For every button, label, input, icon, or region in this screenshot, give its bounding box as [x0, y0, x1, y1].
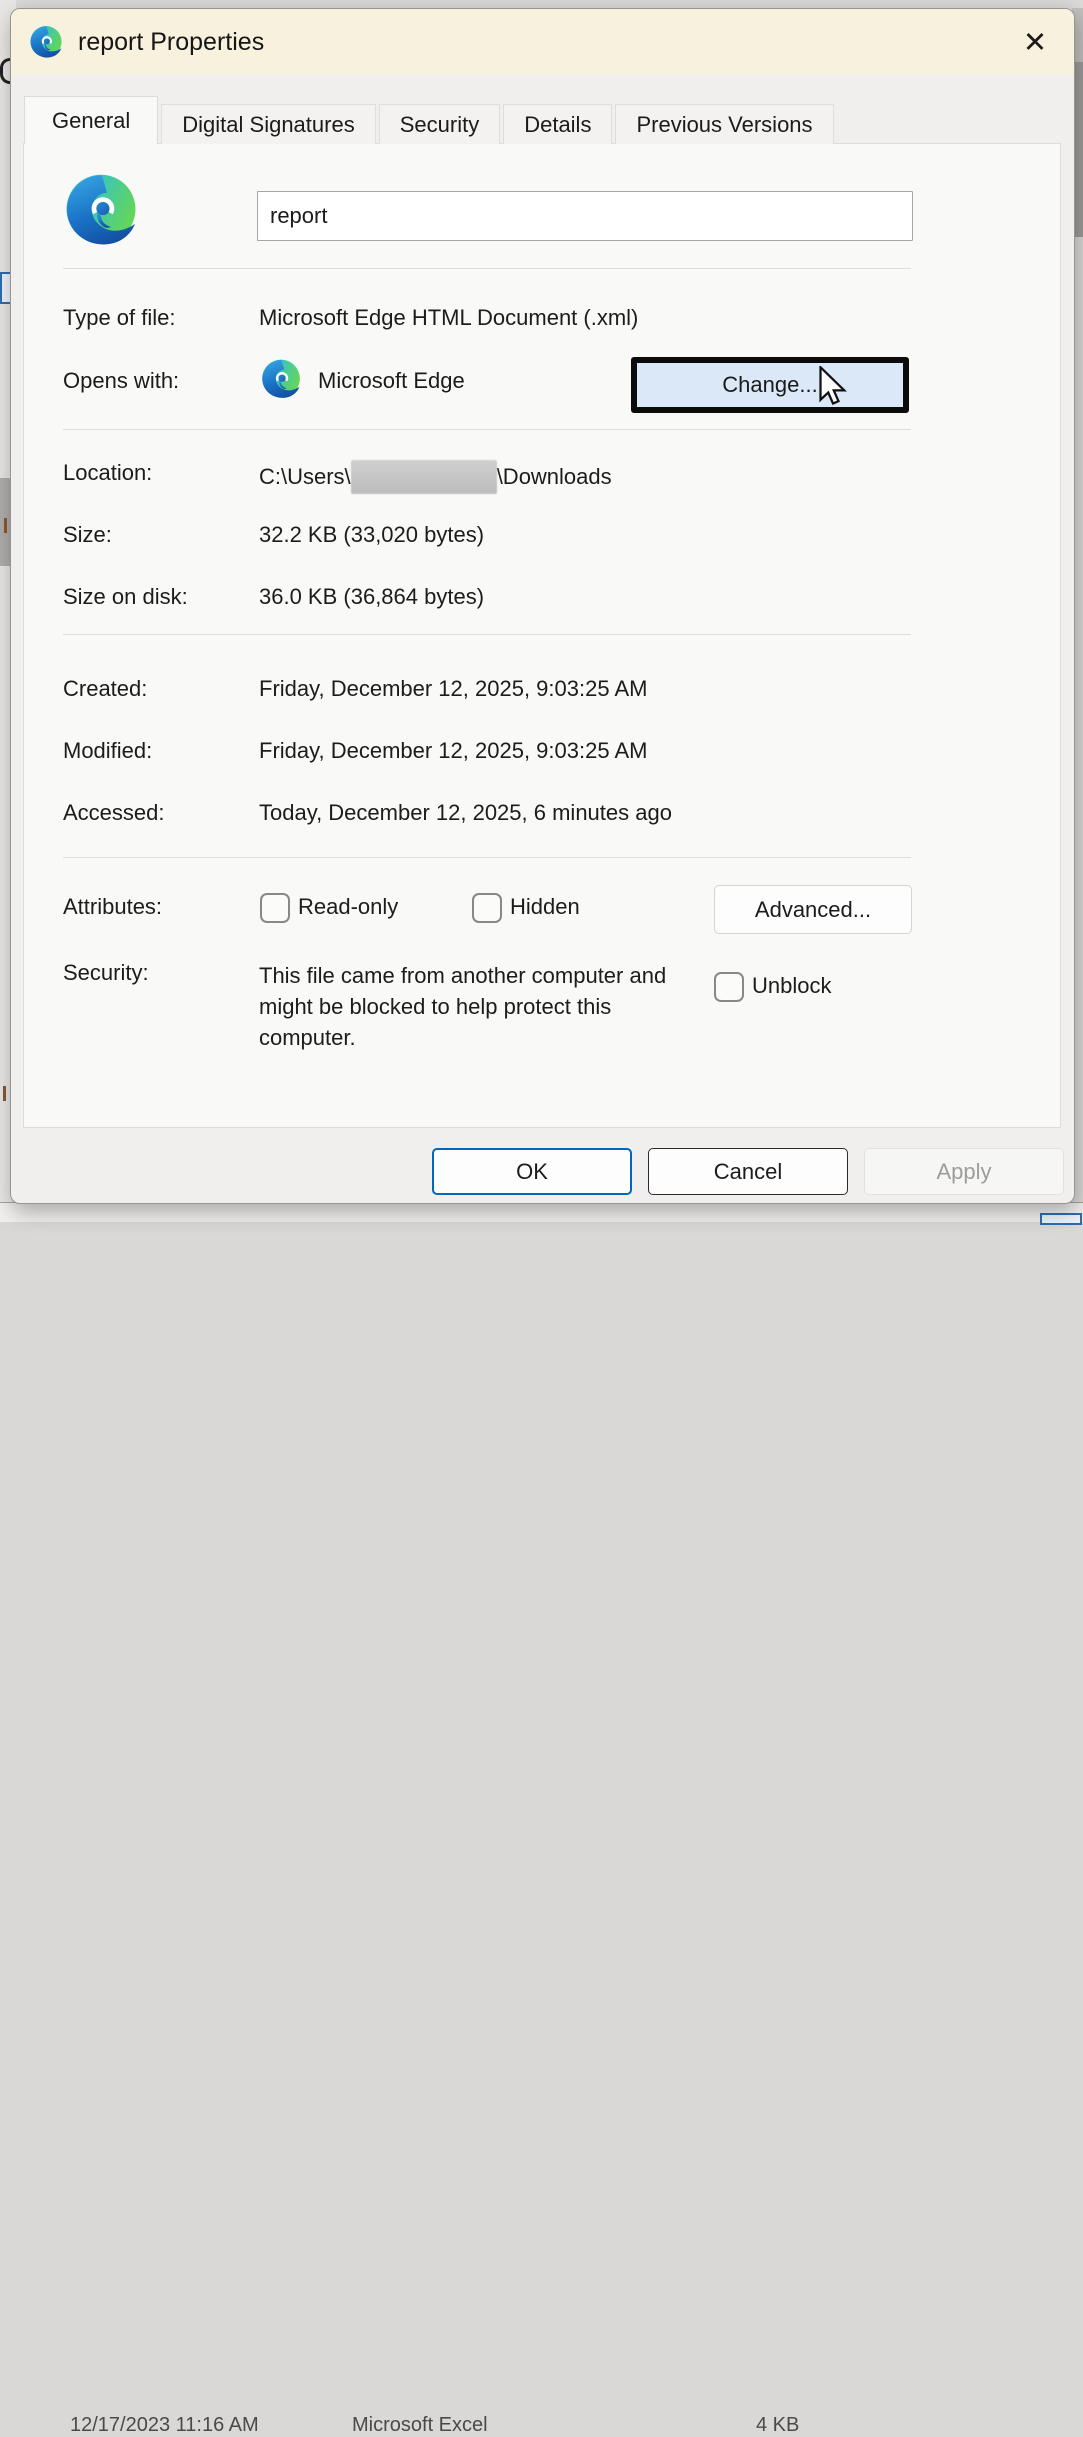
- tab-security[interactable]: Security: [379, 104, 500, 144]
- location-label: Location:: [63, 460, 152, 486]
- size-on-disk-value: 36.0 KB (36,864 bytes): [259, 584, 484, 610]
- read-only-checkbox[interactable]: [260, 893, 290, 923]
- properties-dialog: report Properties ✕ General Digital Sign…: [10, 8, 1075, 1204]
- modified-value: Friday, December 12, 2025, 9:03:25 AM: [259, 738, 647, 764]
- location-value: C:\Users\ \Downloads: [259, 460, 612, 494]
- accessed-label: Accessed:: [63, 800, 165, 826]
- size-on-disk-label: Size on disk:: [63, 584, 188, 610]
- separator: [63, 268, 911, 269]
- close-icon: ✕: [1023, 25, 1047, 60]
- type-of-file-label: Type of file:: [63, 305, 176, 331]
- opens-with-label: Opens with:: [63, 368, 179, 394]
- created-label: Created:: [63, 676, 147, 702]
- tab-general[interactable]: General: [24, 96, 158, 144]
- read-only-label: Read-only: [298, 894, 398, 920]
- created-value: Friday, December 12, 2025, 9:03:25 AM: [259, 676, 647, 702]
- background-window-bottom: 12/17/2023 11:16 AM Microsoft Excel 4 KB: [0, 1202, 1083, 1222]
- background-fragment: [4, 518, 7, 533]
- opens-with-value: Microsoft Edge: [318, 368, 465, 394]
- apply-button[interactable]: Apply: [864, 1148, 1064, 1195]
- cancel-button[interactable]: Cancel: [648, 1148, 848, 1195]
- window-title: report Properties: [78, 28, 264, 57]
- hidden-checkbox[interactable]: [472, 893, 502, 923]
- size-label: Size:: [63, 522, 112, 548]
- ok-button[interactable]: OK: [432, 1148, 632, 1195]
- unblock-label: Unblock: [752, 973, 831, 999]
- background-fragment: [3, 1086, 6, 1101]
- security-label: Security:: [63, 960, 149, 986]
- background-type-text: Microsoft Excel: [352, 2414, 488, 2437]
- security-text: This file came from another computer and…: [259, 960, 679, 1053]
- background-date-text: 12/17/2023 11:16 AM: [70, 2414, 259, 2437]
- tab-bar: General Digital Signatures Security Deta…: [24, 97, 834, 144]
- title-bar: report Properties ✕: [11, 9, 1074, 75]
- hidden-label: Hidden: [510, 894, 580, 920]
- separator: [63, 634, 911, 635]
- size-value: 32.2 KB (33,020 bytes): [259, 522, 484, 548]
- tab-previous-versions[interactable]: Previous Versions: [615, 104, 833, 144]
- tab-details[interactable]: Details: [503, 104, 612, 144]
- change-button[interactable]: Change...: [631, 357, 909, 413]
- filename-input[interactable]: [257, 191, 913, 241]
- location-suffix: \Downloads: [497, 464, 612, 489]
- unblock-checkbox[interactable]: [714, 972, 744, 1002]
- page-root: { "window": { "title": "report Propertie…: [0, 0, 1083, 1221]
- attributes-label: Attributes:: [63, 894, 162, 920]
- tab-panel-general: Type of file: Microsoft Edge HTML Docume…: [23, 143, 1061, 1128]
- advanced-button[interactable]: Advanced...: [714, 885, 912, 934]
- separator: [63, 429, 911, 430]
- type-of-file-value: Microsoft Edge HTML Document (.xml): [259, 305, 638, 331]
- edge-logo-icon-small: [258, 356, 304, 402]
- file-type-edge-icon: [59, 168, 143, 252]
- redacted-username: [351, 460, 497, 494]
- mouse-cursor-icon: [816, 366, 850, 406]
- accessed-value: Today, December 12, 2025, 6 minutes ago: [259, 800, 672, 826]
- tab-digital-signatures[interactable]: Digital Signatures: [161, 104, 375, 144]
- separator: [63, 857, 911, 858]
- background-fragment: [1040, 1213, 1082, 1225]
- edge-logo-icon: [27, 23, 65, 61]
- background-size-text: 4 KB: [756, 2414, 799, 2437]
- close-button[interactable]: ✕: [1012, 19, 1058, 65]
- modified-label: Modified:: [63, 738, 152, 764]
- location-prefix: C:\Users\: [259, 464, 351, 489]
